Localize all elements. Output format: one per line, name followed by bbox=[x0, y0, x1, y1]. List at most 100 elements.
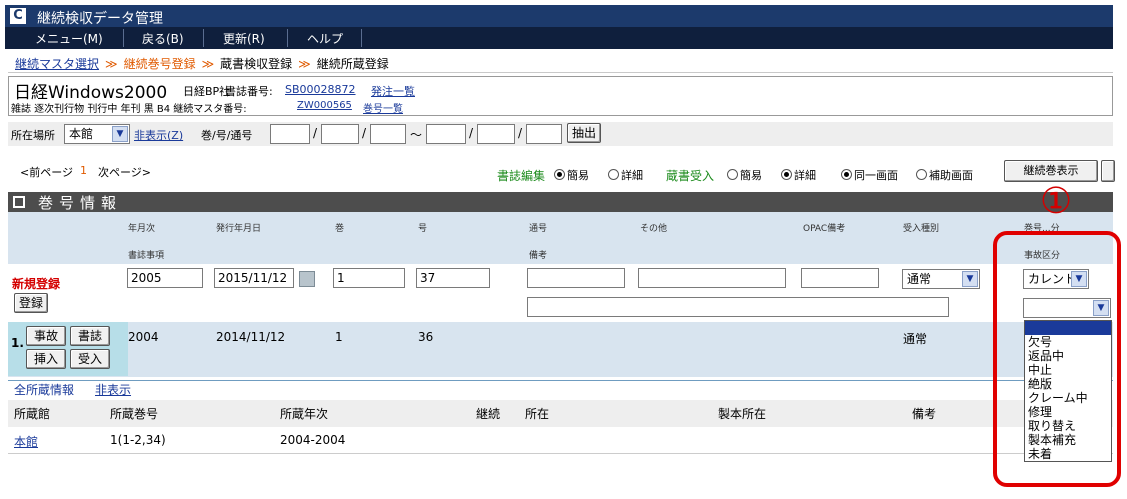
menu-item-refresh[interactable]: 更新(R) bbox=[223, 30, 265, 47]
breadcrumb-current: 継続巻号登録 bbox=[123, 57, 196, 71]
receive-button[interactable]: 受入 bbox=[70, 349, 110, 369]
radio-icon bbox=[608, 169, 619, 180]
record-no: 36 bbox=[418, 330, 434, 344]
from-no-input[interactable] bbox=[321, 124, 359, 144]
radio-icon bbox=[727, 169, 738, 180]
to-serial-input[interactable] bbox=[526, 124, 562, 144]
breadcrumb-master-select[interactable]: 継続マスタ選択 bbox=[15, 57, 99, 71]
order-list-link[interactable]: 発注一覧 bbox=[371, 83, 415, 99]
record-year: 2004 bbox=[128, 330, 159, 344]
section-title: 巻号情報 bbox=[38, 194, 123, 212]
holdings-col-location: 所在 bbox=[525, 407, 550, 421]
aux-screen-radio[interactable]: 補助画面 bbox=[916, 167, 973, 183]
opac-note-input[interactable] bbox=[801, 268, 879, 288]
calendar-icon[interactable] bbox=[299, 271, 315, 287]
publisher: 日経BP社 bbox=[183, 85, 231, 98]
same-screen-radio[interactable]: 同一画面 bbox=[841, 167, 898, 183]
annotation-number: ① bbox=[1039, 181, 1073, 222]
biblio-edit-detail-radio[interactable]: 詳細 bbox=[608, 167, 643, 183]
record-vol: 1 bbox=[335, 330, 343, 344]
holdings-col-library: 所蔵館 bbox=[14, 407, 51, 421]
menu-separator bbox=[361, 29, 362, 47]
menu-separator bbox=[287, 29, 288, 47]
book-no-link[interactable]: SB00028872 bbox=[285, 83, 356, 96]
menu-item-back[interactable]: 戻る(B) bbox=[142, 30, 184, 47]
col-issue-date: 発行年月日 bbox=[216, 224, 262, 234]
journal-attributes: 雑誌 逐次刊行物 刊行中 年刊 黒 B4 継続マスタ番号: bbox=[11, 104, 247, 115]
col-vol: 巻 bbox=[335, 224, 345, 234]
note-input[interactable] bbox=[527, 297, 949, 317]
breadcrumb: 継続マスタ選択 ≫ 継続巻号登録 ≫ 蔵書検収登録 ≫ 継続所蔵登録 bbox=[15, 57, 389, 71]
holdings-col-volumes: 所蔵巻号 bbox=[110, 407, 159, 421]
volume-list-link[interactable]: 巻号一覧 bbox=[363, 100, 403, 115]
no-input[interactable] bbox=[416, 268, 490, 288]
continue-volume-button[interactable]: 継続巻表示 bbox=[1004, 160, 1098, 182]
other-input[interactable] bbox=[638, 268, 786, 288]
extra-button[interactable] bbox=[1101, 160, 1115, 182]
receive-type-select[interactable]: 通常 ▼ bbox=[902, 269, 980, 289]
biblio-edit-label: 書誌編集 bbox=[497, 169, 546, 183]
annotation-highlight bbox=[993, 231, 1121, 487]
chevron-down-icon: ▼ bbox=[112, 126, 128, 142]
holdings-hide-link[interactable]: 非表示 bbox=[95, 381, 131, 398]
holdings-col-note: 備考 bbox=[912, 407, 937, 421]
from-vol-input[interactable] bbox=[270, 124, 310, 144]
holdings-library-link[interactable]: 本館 bbox=[14, 433, 38, 450]
col-receive-type: 受入種別 bbox=[903, 224, 940, 234]
square-icon bbox=[13, 196, 25, 208]
divider bbox=[8, 380, 1113, 381]
next-page-link[interactable]: 次ページ> bbox=[98, 164, 151, 180]
record-date: 2014/11/12 bbox=[216, 330, 286, 344]
biblio-button[interactable]: 書誌 bbox=[70, 326, 110, 346]
section-header: 巻号情報 bbox=[8, 192, 1113, 212]
new-entry-label: 新規登録 bbox=[12, 277, 61, 291]
receive-label: 蔵書受入 bbox=[666, 169, 715, 183]
year-input[interactable] bbox=[127, 268, 203, 288]
accident-button[interactable]: 事故 bbox=[26, 326, 66, 346]
biblio-edit-simple-radio[interactable]: 簡易 bbox=[554, 167, 589, 183]
col-other: その他 bbox=[640, 224, 668, 234]
vol-input[interactable] bbox=[333, 268, 405, 288]
hide-link[interactable]: 非表示(Z) bbox=[134, 127, 183, 143]
col-no: 号 bbox=[418, 224, 428, 234]
register-button[interactable]: 登録 bbox=[14, 293, 48, 313]
window-title: 継続検収データ管理 bbox=[37, 11, 163, 27]
col-opac-note: OPAC備考 bbox=[803, 224, 846, 234]
radio-selected-icon bbox=[554, 169, 565, 180]
extract-button[interactable]: 抽出 bbox=[567, 123, 601, 143]
app-logo-icon: C bbox=[10, 8, 26, 24]
insert-button[interactable]: 挿入 bbox=[26, 349, 66, 369]
radio-icon bbox=[916, 169, 927, 180]
receive-simple-radio[interactable]: 簡易 bbox=[727, 167, 762, 183]
breadcrumb-receive: 蔵書検収登録 bbox=[220, 57, 293, 71]
receive-detail-radio[interactable]: 詳細 bbox=[781, 167, 816, 183]
to-vol-input[interactable] bbox=[426, 124, 466, 144]
search-bar: 所在場所 本館 ▼ 非表示(Z) 巻/号/通号 / / 〜 / / 抽出 bbox=[8, 122, 1113, 146]
menu-separator bbox=[123, 29, 124, 47]
radio-selected-icon bbox=[841, 169, 852, 180]
menu-separator bbox=[203, 29, 204, 47]
bibliographic-info: 日経Windows2000 日経BP社 書誌番号: SB00028872 発注一… bbox=[8, 76, 1113, 116]
from-serial-input[interactable] bbox=[370, 124, 406, 144]
serial-input[interactable] bbox=[527, 268, 625, 288]
radio-selected-icon bbox=[781, 169, 792, 180]
book-no-label: 書誌番号: bbox=[225, 85, 273, 98]
record-index: 1. bbox=[11, 336, 24, 350]
menu-item-menu[interactable]: メニュー(M) bbox=[35, 30, 103, 47]
to-no-input[interactable] bbox=[477, 124, 515, 144]
date-input[interactable] bbox=[214, 268, 294, 288]
menu-item-help[interactable]: ヘルプ bbox=[307, 30, 343, 47]
title-bar: C 継続検収データ管理 bbox=[5, 5, 1113, 27]
holdings-col-binding: 製本所在 bbox=[718, 407, 767, 421]
location-select[interactable]: 本館 ▼ bbox=[64, 124, 130, 144]
holdings-header-row bbox=[8, 400, 1113, 427]
holdings-volumes: 1(1-2,34) bbox=[110, 433, 166, 447]
master-no-link[interactable]: ZW000565 bbox=[297, 100, 352, 111]
holdings-col-years: 所蔵年次 bbox=[280, 407, 329, 421]
breadcrumb-holding: 継続所蔵登録 bbox=[316, 57, 389, 71]
prev-page-link[interactable]: <前ページ bbox=[20, 164, 73, 180]
col-note: 備考 bbox=[529, 251, 548, 261]
holdings-col-continue: 継続 bbox=[476, 407, 501, 421]
menu-bar: メニュー(M) 戻る(B) 更新(R) ヘルプ bbox=[5, 27, 1113, 49]
page-number: 1 bbox=[80, 164, 87, 177]
